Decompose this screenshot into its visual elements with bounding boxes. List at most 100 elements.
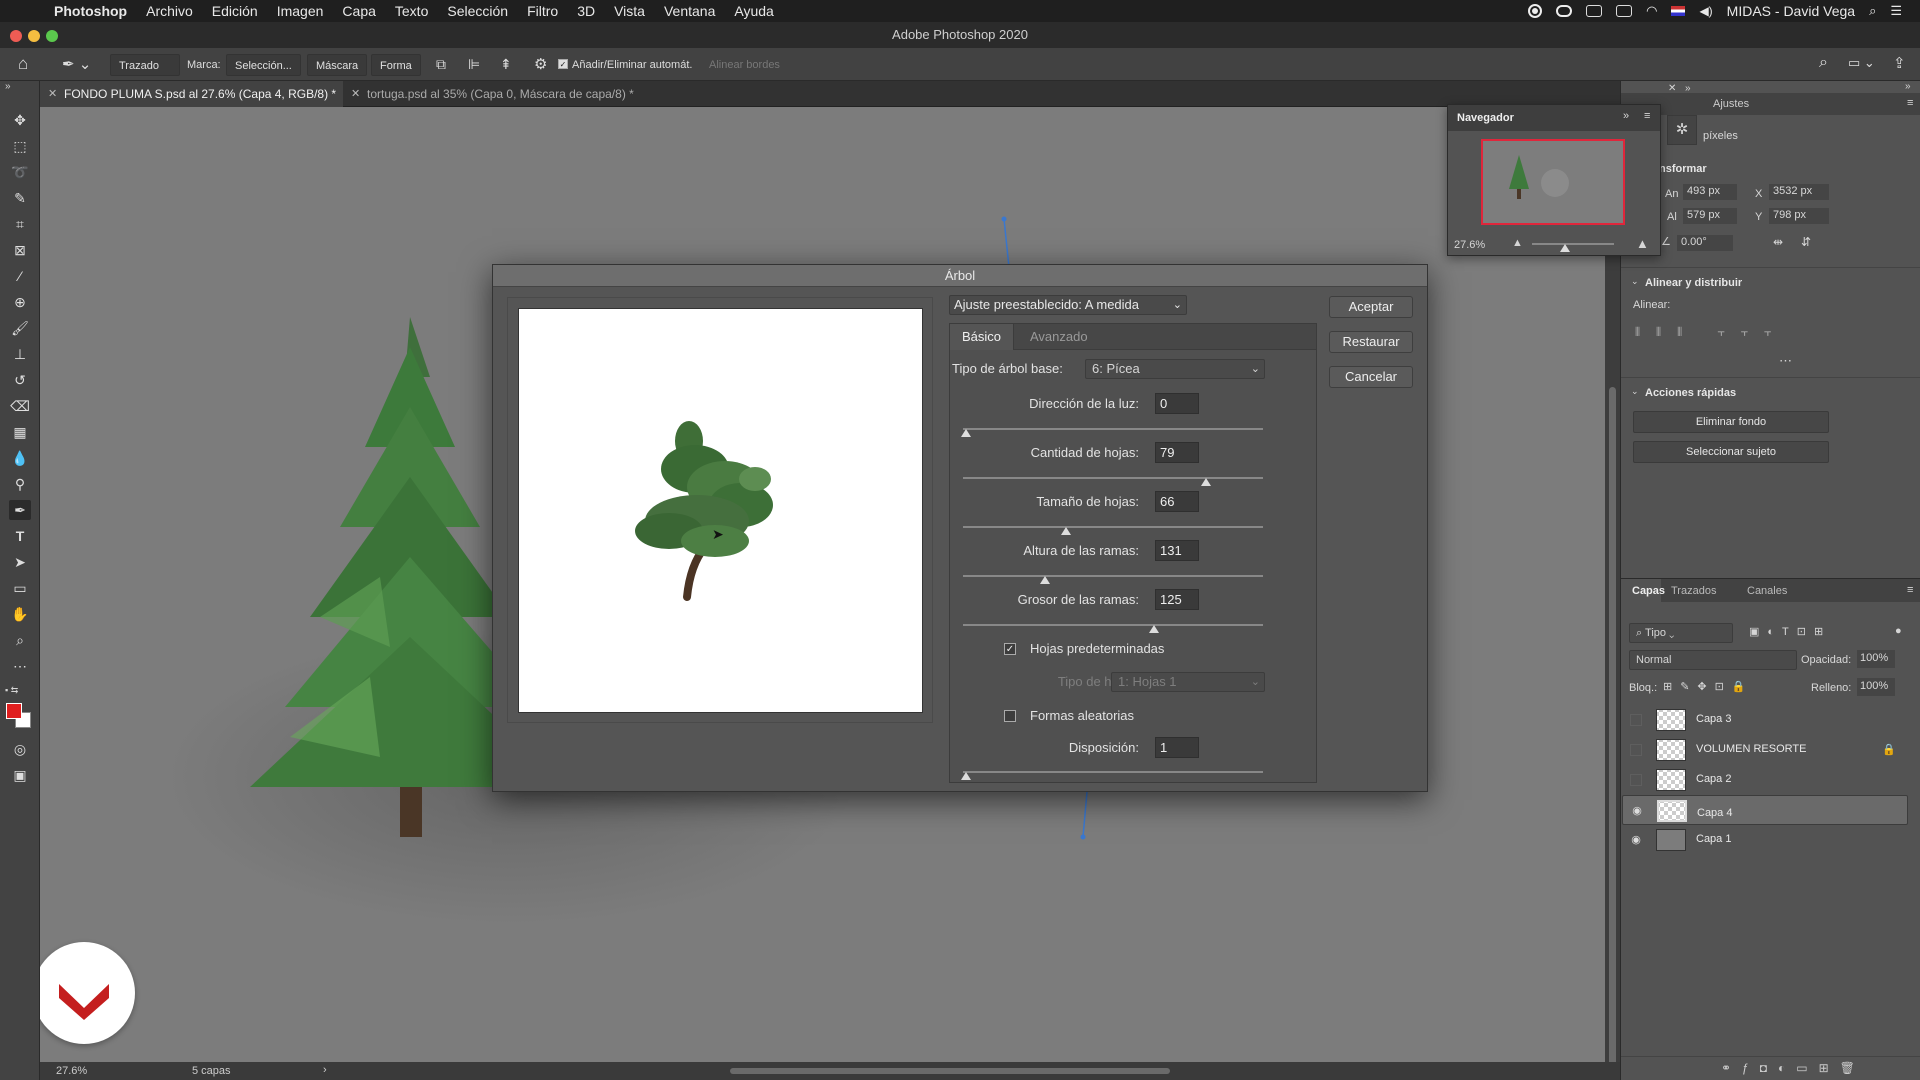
ok-button[interactable]: Aceptar — [1329, 296, 1413, 318]
cancel-button[interactable]: Cancelar — [1329, 366, 1413, 388]
layer-footer-icons[interactable]: ⚭ƒ◘◐▭⊞🗑 — [1721, 1061, 1866, 1075]
wifi-icon[interactable]: ◠ — [1646, 3, 1657, 19]
rectangle-tool-icon[interactable]: ▭ — [9, 578, 31, 598]
zoom-in-icon[interactable]: ▲ — [1636, 236, 1649, 251]
panel-menu-icon[interactable]: ≡ — [1907, 584, 1913, 596]
horizontal-scrollbar[interactable] — [730, 1068, 1170, 1074]
collapse-icon[interactable]: » — [1623, 110, 1629, 122]
scrollbar-thumb[interactable] — [1609, 387, 1616, 1067]
make-shape-button[interactable]: Forma — [371, 54, 421, 76]
lock-icons[interactable]: ⊞✎✥⊡🔒 — [1663, 680, 1754, 693]
arrangement-field[interactable]: 1 — [1155, 737, 1199, 758]
preset-select[interactable]: Ajuste preestablecido: A medida ⌄ — [949, 295, 1187, 315]
collapse-panels-icon[interactable]: » — [1905, 81, 1911, 92]
dodge-tool-icon[interactable]: ⚲ — [9, 474, 31, 494]
light-direction-knob[interactable] — [961, 429, 971, 437]
branch-height-slider[interactable] — [963, 575, 1263, 577]
status-zoom[interactable]: 27.6% — [56, 1065, 87, 1077]
leaves-size-slider[interactable] — [963, 526, 1263, 528]
record-icon[interactable] — [1528, 4, 1543, 18]
flip-vertical-icon[interactable]: ⇵ — [1801, 235, 1811, 249]
tab-ajustes[interactable]: Ajustes — [1713, 98, 1749, 110]
arrangement-knob[interactable] — [961, 772, 971, 780]
layer-row[interactable]: Capa 3 — [1622, 705, 1908, 735]
leaf-type-select[interactable]: 1: Hojas 1 ⌄ — [1111, 672, 1265, 692]
leaves-size-knob[interactable] — [1061, 527, 1071, 535]
status-arrow-icon[interactable]: › — [323, 1064, 327, 1076]
menu-texto[interactable]: Texto — [395, 3, 428, 19]
gradient-tool-icon[interactable]: ▦ — [9, 422, 31, 442]
branch-height-knob[interactable] — [1040, 576, 1050, 584]
menu-seleccion[interactable]: Selección — [447, 3, 508, 19]
path-operations-icon[interactable]: ⧉ — [436, 56, 446, 73]
workspace-icon[interactable]: ▭ ⌄ — [1848, 55, 1875, 71]
layer-name[interactable]: Capa 3 — [1696, 713, 1731, 725]
make-selection-button[interactable]: Selección... — [226, 54, 301, 76]
zoom-out-icon[interactable]: ▲ — [1512, 237, 1523, 249]
chevron-down-icon[interactable]: ⌄ — [1631, 386, 1639, 397]
layer-name[interactable]: Capa 2 — [1696, 773, 1731, 785]
frame-tool-icon[interactable]: ⊠ — [9, 240, 31, 260]
flip-horizontal-icon[interactable]: ⇹ — [1773, 235, 1783, 249]
opacity-field[interactable]: 100% — [1857, 650, 1895, 668]
navigator-thumbnail[interactable] — [1481, 139, 1625, 225]
leaves-amount-slider[interactable] — [963, 477, 1263, 479]
screen-mode-icon[interactable]: ▣ — [9, 765, 31, 785]
quick-selection-tool-icon[interactable]: ✎ — [9, 188, 31, 208]
remove-background-button[interactable]: Eliminar fondo — [1633, 411, 1829, 433]
hand-tool-icon[interactable]: ✋ — [9, 604, 31, 624]
move-tool-icon[interactable]: ✥ — [9, 110, 31, 130]
angle-field[interactable]: 0.00° — [1677, 235, 1733, 251]
layer-visibility-toggle[interactable] — [1630, 744, 1642, 756]
path-selection-tool-icon[interactable]: ➤ — [9, 552, 31, 572]
creative-cloud-icon[interactable] — [1556, 5, 1573, 17]
select-subject-button[interactable]: Seleccionar sujeto — [1633, 441, 1829, 463]
layer-row[interactable]: ◉ Capa 1 — [1622, 825, 1908, 855]
layer-name[interactable]: Capa 1 — [1696, 833, 1731, 845]
eye-icon[interactable]: ◉ — [1629, 833, 1643, 847]
user-name[interactable]: MIDAS - David Vega — [1727, 3, 1855, 19]
share-icon[interactable]: ⇪ — [1893, 54, 1906, 72]
menu-capa[interactable]: Capa — [342, 3, 375, 19]
minimize-window-button[interactable] — [28, 30, 40, 42]
height-field[interactable]: 579 px — [1683, 208, 1737, 224]
history-brush-tool-icon[interactable]: ↺ — [9, 370, 31, 390]
screen-icon[interactable] — [1586, 5, 1603, 17]
menu-app-photoshop[interactable]: Photoshop — [54, 3, 127, 19]
home-icon[interactable]: ⌂ — [18, 54, 28, 74]
navigator-zoom-knob[interactable] — [1560, 244, 1570, 252]
tab-basico[interactable]: Básico — [950, 324, 1015, 350]
layer-row[interactable]: Capa 2 — [1622, 765, 1908, 795]
arrangement-slider[interactable] — [963, 771, 1263, 773]
spotlight-search-icon[interactable]: ⌕ — [1869, 3, 1876, 19]
layer-row-selected[interactable]: ◉ Capa 4 — [1622, 795, 1908, 825]
more-options-icon[interactable]: ⋯ — [1779, 353, 1792, 369]
blend-mode-select[interactable]: Normal — [1629, 650, 1797, 670]
default-colors-icon[interactable]: ▪ ⇆ — [5, 685, 18, 696]
crop-tool-icon[interactable]: ⌗ — [9, 214, 31, 234]
reset-button[interactable]: Restaurar — [1329, 331, 1413, 353]
filter-toggle-icon[interactable]: ● — [1895, 625, 1902, 637]
collapse-icon[interactable]: » — [1685, 83, 1691, 94]
pen-tool-preset-icon[interactable]: ✒ ⌄ — [62, 55, 91, 73]
layer-visibility-toggle[interactable] — [1630, 714, 1642, 726]
gear-icon[interactable]: ⚙ — [534, 55, 547, 73]
menu-vista[interactable]: Vista — [614, 3, 645, 19]
eye-icon[interactable]: ◉ — [1630, 804, 1644, 818]
layer-filter-select[interactable]: ⌕ Tipo ⌄ — [1629, 623, 1733, 643]
y-field[interactable]: 798 px — [1769, 208, 1829, 224]
healing-brush-tool-icon[interactable]: ⊕ — [9, 292, 31, 312]
tab-trazados[interactable]: Trazados — [1671, 585, 1716, 597]
auto-add-delete-checkbox[interactable]: ✓ — [558, 59, 568, 69]
leaves-size-field[interactable]: 66 — [1155, 491, 1199, 512]
menu-filtro[interactable]: Filtro — [527, 3, 558, 19]
navigator-zoom[interactable]: 27.6% — [1454, 239, 1485, 251]
branch-thickness-field[interactable]: 125 — [1155, 589, 1199, 610]
light-direction-field[interactable]: 0 — [1155, 393, 1199, 414]
type-tool-icon[interactable]: T — [9, 526, 31, 546]
quick-mask-icon[interactable]: ◎ — [9, 739, 31, 759]
more-tools-icon[interactable]: ⋯ — [9, 656, 31, 676]
layer-name[interactable]: VOLUMEN RESORTE — [1696, 743, 1806, 755]
close-window-button[interactable] — [10, 30, 22, 42]
zoom-window-button[interactable] — [46, 30, 58, 42]
